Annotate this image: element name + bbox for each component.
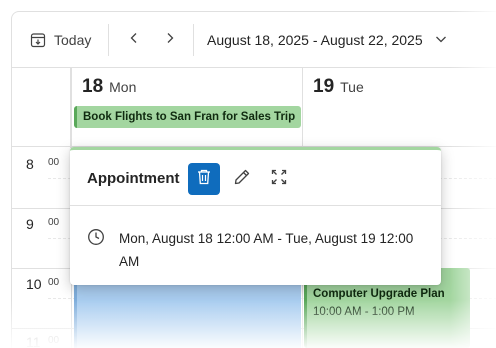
day-header-mon[interactable]: 18 Mon [72,68,136,104]
minute-label: 00 [48,335,60,346]
next-week-button[interactable] [158,26,182,54]
event-title: Book Flights to San Fran for Sales Trip [83,111,296,123]
today-label: Today [54,32,92,48]
calendar-today-icon [30,32,46,48]
trash-icon [195,168,213,191]
popup-title: Appointment [87,170,180,187]
hour-label: 8 [26,156,34,172]
appointment-popup: Appointment Mon, August 18 12:00 AM - Tu… [70,147,441,285]
time-gutter-header [12,68,71,148]
day-header-tue[interactable]: 19 Tue [303,68,364,104]
hour-label: 11 [26,334,41,348]
expand-icon [271,169,287,190]
clock-icon [87,228,105,251]
calendar-event[interactable] [74,282,301,348]
edit-button[interactable] [226,163,258,195]
delete-button[interactable] [188,163,220,195]
minute-label: 00 [48,277,60,288]
event-time: 10:00 AM - 1:00 PM [313,306,415,318]
previous-week-button[interactable] [122,26,146,54]
chevron-down-icon [435,32,447,48]
hour-label: 9 [26,216,34,232]
chevron-left-icon [128,31,140,49]
toolbar-divider [193,24,194,56]
hour-label: 10 [26,276,42,292]
day-name: Tue [340,79,364,95]
minute-label: 00 [48,217,60,228]
minute-label: 00 [48,157,60,168]
appointment-time-range: Mon, August 18 12:00 AM - Tue, August 19… [119,231,414,269]
popup-header: Appointment [70,150,441,206]
all-day-event[interactable]: Book Flights to San Fran for Sales Trip [74,106,301,128]
today-button[interactable]: Today [24,26,97,54]
calendar-toolbar: Today August 18, 2025 - August 22, 2025 [12,12,496,68]
toolbar-divider [108,24,109,56]
day-name: Mon [109,79,137,95]
chevron-right-icon [164,31,176,49]
day-number: 19 [313,76,335,97]
day-number: 18 [82,76,104,97]
expand-button[interactable] [263,163,295,195]
date-range-picker[interactable]: August 18, 2025 - August 22, 2025 [207,26,447,54]
pencil-icon [233,168,251,191]
date-range-label: August 18, 2025 - August 22, 2025 [207,32,423,48]
